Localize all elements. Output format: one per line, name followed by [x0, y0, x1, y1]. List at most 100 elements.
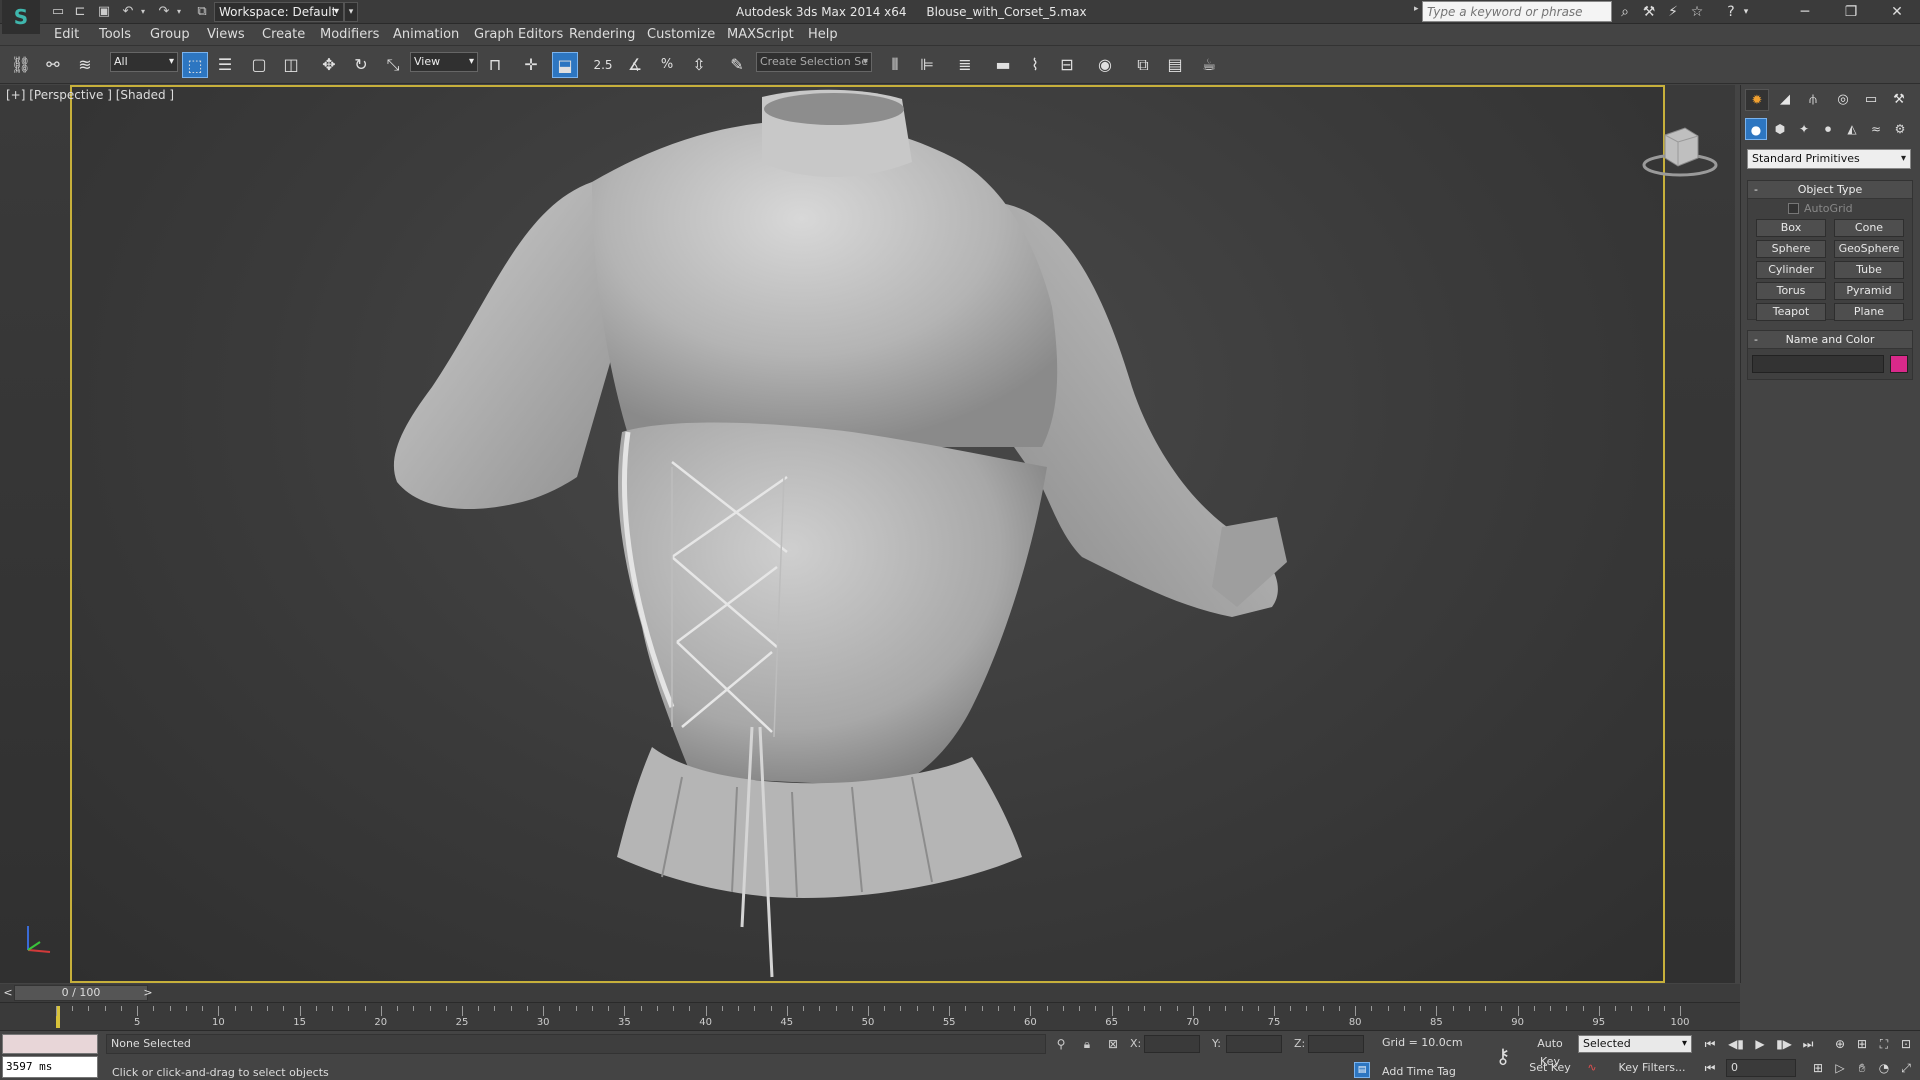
plane-button[interactable]: Plane: [1834, 303, 1904, 321]
geosphere-button[interactable]: GeoSphere: [1834, 240, 1904, 258]
systems-icon[interactable]: ⚙: [1889, 118, 1911, 140]
named-selection-sets-dropdown[interactable]: Create Selection Se: [756, 52, 872, 72]
app-logo-icon[interactable]: S: [2, 0, 40, 34]
time-slider-thumb[interactable]: 0 / 100: [14, 985, 148, 1001]
modify-tab-icon[interactable]: ◢: [1773, 89, 1797, 111]
menu-create[interactable]: Create: [262, 27, 305, 43]
select-and-scale-icon[interactable]: ⤡: [380, 52, 406, 78]
torus-button[interactable]: Torus: [1756, 282, 1826, 300]
angle-snap-icon[interactable]: ∡: [622, 52, 648, 78]
new-file-icon[interactable]: ▭: [48, 2, 68, 22]
add-time-tag-icon[interactable]: ▤: [1354, 1062, 1370, 1078]
viewcube-icon[interactable]: [1640, 120, 1720, 180]
y-coordinate-field[interactable]: [1226, 1035, 1282, 1053]
help-dropdown-icon[interactable]: ▾: [1740, 2, 1752, 22]
undo-icon[interactable]: ↶: [118, 2, 138, 22]
graphite-ribbon-icon[interactable]: ▬: [990, 52, 1016, 78]
menu-modifiers[interactable]: Modifiers: [320, 27, 379, 43]
redo-icon[interactable]: ↷: [154, 2, 174, 22]
primitive-category-dropdown[interactable]: Standard Primitives: [1747, 149, 1911, 169]
auto-key-button[interactable]: Auto Key: [1526, 1035, 1574, 1068]
render-setup-icon[interactable]: ⧉: [1130, 52, 1156, 78]
close-button[interactable]: ✕: [1874, 0, 1920, 24]
schematic-view-icon[interactable]: ⊟: [1054, 52, 1080, 78]
display-tab-icon[interactable]: ▭: [1859, 89, 1883, 111]
percent-snap-icon[interactable]: %: [654, 52, 680, 78]
add-time-tag-text[interactable]: Add Time Tag: [1382, 1065, 1456, 1078]
keyboard-shortcut-override-icon[interactable]: ⬓: [552, 52, 578, 78]
hierarchy-tab-icon[interactable]: ⫛: [1801, 89, 1825, 111]
set-key-button[interactable]: Set Key: [1526, 1059, 1574, 1077]
key-filters-button[interactable]: Key Filters...: [1614, 1059, 1690, 1077]
search-input[interactable]: [1422, 1, 1612, 22]
default-in-out-tangent-icon[interactable]: ∿: [1582, 1059, 1602, 1077]
material-editor-icon[interactable]: ◉: [1092, 52, 1118, 78]
edit-named-selection-icon[interactable]: ✎: [724, 52, 750, 78]
workspace-dropdown[interactable]: Workspace: Default: [214, 2, 344, 22]
zoom-extents-all-icon[interactable]: ⊡: [1896, 1034, 1916, 1054]
pivot-center-icon[interactable]: ⊓: [482, 52, 508, 78]
time-slider-prev-icon[interactable]: <: [2, 985, 14, 1001]
cone-button[interactable]: Cone: [1834, 219, 1904, 237]
key-mode-dropdown[interactable]: Selected: [1578, 1035, 1692, 1053]
zoom-all-icon[interactable]: ⊞: [1852, 1034, 1872, 1054]
menu-graph-editors[interactable]: Graph Editors: [474, 27, 563, 43]
select-object-icon[interactable]: ⬚: [182, 52, 208, 78]
autogrid-checkbox[interactable]: AutoGrid: [1788, 202, 1853, 215]
spinner-snap-icon[interactable]: ⇳: [686, 52, 712, 78]
undo-dropdown-icon[interactable]: ▾: [138, 2, 148, 22]
align-icon[interactable]: ⊫: [914, 52, 940, 78]
save-file-icon[interactable]: ▣: [94, 2, 114, 22]
render-production-icon[interactable]: ☕: [1196, 52, 1222, 78]
utilities-tab-icon[interactable]: ⚒: [1887, 89, 1911, 111]
snaps-toggle-icon[interactable]: 2.5: [590, 52, 616, 78]
menu-help[interactable]: Help: [808, 27, 838, 43]
box-button[interactable]: Box: [1756, 219, 1826, 237]
perspective-viewport[interactable]: [70, 85, 1665, 983]
zoom-extents-icon[interactable]: ⛶: [1874, 1034, 1894, 1054]
maxscript-listener-output[interactable]: 3597 ms: [2, 1056, 98, 1078]
unlink-selection-icon[interactable]: ⚯: [40, 52, 66, 78]
track-bar[interactable]: 5 10 15 20 25 30 35 40 45 50 55 60 65 70 75 80 85 90 95 100: [0, 1002, 1740, 1030]
menu-edit[interactable]: Edit: [54, 27, 79, 43]
name-and-color-header[interactable]: - Name and Color: [1748, 331, 1912, 349]
minimize-button[interactable]: ─: [1782, 0, 1828, 24]
menu-customize[interactable]: Customize: [647, 27, 715, 43]
rectangular-selection-icon[interactable]: ▢: [246, 52, 272, 78]
shapes-icon[interactable]: ⬢: [1769, 118, 1791, 140]
field-of-view-icon[interactable]: ▷: [1830, 1058, 1850, 1078]
key-mode-toggle-icon[interactable]: ⏮: [1700, 1058, 1720, 1078]
maxscript-listener-input[interactable]: [2, 1034, 98, 1054]
go-to-start-icon[interactable]: ⏮: [1700, 1034, 1720, 1054]
menu-rendering[interactable]: Rendering: [569, 27, 635, 43]
object-name-field[interactable]: [1752, 355, 1884, 373]
sphere-button[interactable]: Sphere: [1756, 240, 1826, 258]
subscription-icon[interactable]: ⚒: [1638, 2, 1660, 22]
redo-dropdown-icon[interactable]: ▾: [174, 2, 184, 22]
window-crossing-icon[interactable]: ◫: [278, 52, 304, 78]
favorites-icon[interactable]: ☆: [1686, 2, 1708, 22]
orbit-icon[interactable]: ◔: [1874, 1058, 1894, 1078]
time-slider-next-icon[interactable]: >: [142, 985, 154, 1001]
cameras-icon[interactable]: ⏺: [1817, 118, 1839, 140]
maximize-viewport-icon[interactable]: ⤢: [1896, 1058, 1916, 1078]
teapot-button[interactable]: Teapot: [1756, 303, 1826, 321]
selection-lock-icon[interactable]: 🔒︎: [1078, 1035, 1096, 1053]
menu-animation[interactable]: Animation: [393, 27, 459, 43]
zoom-icon[interactable]: ⊕: [1830, 1034, 1850, 1054]
set-keys-icon[interactable]: ⚷: [1488, 1043, 1518, 1069]
current-frame-field[interactable]: 0: [1726, 1059, 1796, 1077]
cylinder-button[interactable]: Cylinder: [1756, 261, 1826, 279]
motion-tab-icon[interactable]: ◎: [1831, 89, 1855, 111]
create-tab-icon[interactable]: ✹: [1745, 89, 1769, 111]
open-file-icon[interactable]: ⊏: [70, 2, 90, 22]
curve-editor-icon[interactable]: ⌇: [1022, 52, 1048, 78]
communication-center-icon[interactable]: ⚡: [1662, 2, 1684, 22]
menu-views[interactable]: Views: [207, 27, 245, 43]
project-folder-icon[interactable]: ⧉: [192, 2, 212, 22]
pan-view-icon[interactable]: ✋︎: [1852, 1058, 1872, 1078]
next-frame-icon[interactable]: ▮▶: [1774, 1034, 1794, 1054]
quick-access-menu-icon[interactable]: ▾: [344, 2, 358, 22]
restore-button[interactable]: ❐: [1828, 0, 1874, 24]
object-type-header[interactable]: - Object Type: [1748, 181, 1912, 199]
